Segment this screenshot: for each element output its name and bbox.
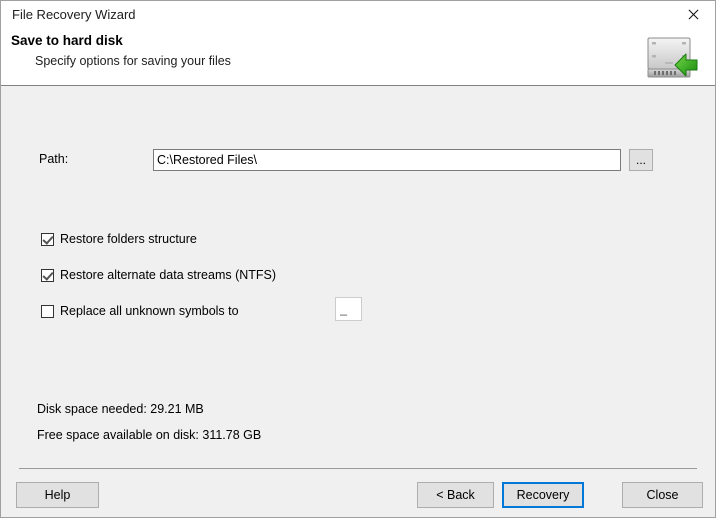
window-close-button[interactable]	[671, 1, 715, 28]
wizard-body: Path: ... Restore folders structure Rest…	[1, 87, 715, 517]
checkbox-label: Replace all unknown symbols to	[60, 304, 239, 318]
checkbox-box-checked-icon[interactable]	[41, 268, 54, 282]
back-button[interactable]: < Back	[417, 482, 494, 508]
checkbox-box-checked-icon[interactable]	[41, 232, 54, 246]
replace-character-input[interactable]	[335, 297, 362, 321]
checkbox-label: Restore folders structure	[60, 232, 197, 246]
checkbox-replace-unknown-symbols[interactable]: Replace all unknown symbols to	[41, 302, 239, 320]
path-input[interactable]	[153, 149, 621, 171]
checkbox-label: Restore alternate data streams (NTFS)	[60, 268, 277, 282]
browse-button[interactable]: ...	[629, 149, 653, 171]
recovery-button[interactable]: Recovery	[502, 482, 584, 508]
footer-separator	[19, 468, 697, 469]
close-button[interactable]: Close	[622, 482, 703, 508]
page-title: Save to hard disk	[11, 33, 123, 48]
title-bar: File Recovery Wizard	[1, 1, 715, 28]
hard-disk-with-green-arrow-icon	[647, 37, 698, 78]
close-x-icon	[687, 8, 700, 21]
help-button[interactable]: Help	[16, 482, 99, 508]
disk-space-needed-text: Disk space needed: 29.21 MB	[37, 402, 204, 416]
page-subtitle: Specify options for saving your files	[35, 54, 231, 68]
wizard-header: Save to hard disk Specify options for sa…	[1, 28, 715, 86]
checkbox-restore-folders-structure[interactable]: Restore folders structure	[41, 230, 197, 248]
file-recovery-wizard-window: File Recovery Wizard Save to hard disk S…	[0, 0, 716, 518]
free-space-available-text: Free space available on disk: 311.78 GB	[37, 428, 262, 442]
checkbox-restore-alternate-data-streams[interactable]: Restore alternate data streams (NTFS)	[41, 266, 276, 284]
checkbox-box-unchecked-icon[interactable]	[41, 304, 54, 318]
window-title: File Recovery Wizard	[12, 7, 136, 22]
path-label: Path:	[39, 152, 69, 166]
path-row: Path: ...	[1, 149, 715, 173]
